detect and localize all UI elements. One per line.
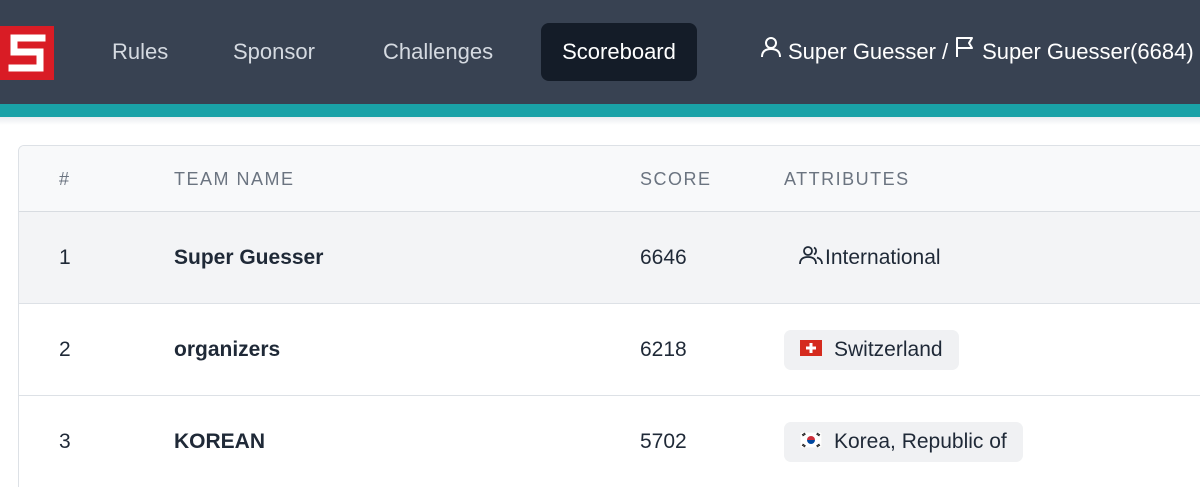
user-icon [760, 23, 788, 81]
row-score: 5702 [640, 430, 687, 453]
nav-sponsor[interactable]: Sponsor [233, 23, 315, 81]
user-separator: / [941, 39, 949, 64]
attribute-label: International [825, 246, 941, 269]
team-name-score[interactable]: Super Guesser(6684) [982, 23, 1194, 81]
row-team-link[interactable]: Super Guesser [174, 212, 323, 304]
table-row: 3 KOREAN 5702 Korea, Republic of [19, 396, 1200, 487]
top-navbar: Rules Sponsor Challenges Scoreboard Supe… [0, 0, 1200, 104]
row-rank: 2 [59, 338, 71, 361]
row-score: 6646 [640, 246, 687, 269]
user-name[interactable]: Super Guesser [788, 23, 936, 81]
row-rank: 3 [59, 430, 71, 453]
country-badge: Switzerland [784, 330, 959, 370]
attribute-international: International [799, 212, 941, 304]
country-label: Korea, Republic of [834, 430, 1007, 453]
korea-flag-icon [799, 422, 823, 462]
nav-scoreboard[interactable]: Scoreboard [541, 23, 697, 81]
table-row: 2 organizers 6218 Switzerland [19, 304, 1200, 396]
user-team-info[interactable]: Super Guesser / Super Guesser(6684) [760, 23, 1194, 81]
swiss-flag-icon [800, 330, 822, 370]
row-score: 6218 [640, 338, 687, 361]
row-team-link[interactable]: KOREAN [174, 396, 265, 487]
header-team-name[interactable]: TEAM NAME [174, 146, 295, 212]
country-badge: Korea, Republic of [784, 422, 1023, 462]
header-attributes: ATTRIBUTES [784, 169, 910, 189]
row-rank: 1 [59, 246, 71, 269]
header-rank: # [59, 169, 71, 189]
row-team-link[interactable]: organizers [174, 304, 280, 396]
table-row: 1 Super Guesser 6646 International [19, 212, 1200, 304]
table-header: # TEAM NAME SCORE ATTRIBUTES [19, 146, 1200, 212]
accent-bar [0, 104, 1200, 117]
navbar-shadow [0, 117, 1200, 125]
nav-rules[interactable]: Rules [112, 23, 168, 81]
flag-icon [954, 23, 982, 81]
nav-challenges[interactable]: Challenges [383, 23, 493, 81]
scoreboard-table: # TEAM NAME SCORE ATTRIBUTES 1 Super Gue… [18, 145, 1200, 487]
header-score[interactable]: SCORE [640, 146, 712, 212]
country-label: Switzerland [834, 338, 943, 361]
site-logo-icon[interactable] [0, 26, 54, 80]
users-icon [799, 244, 825, 272]
